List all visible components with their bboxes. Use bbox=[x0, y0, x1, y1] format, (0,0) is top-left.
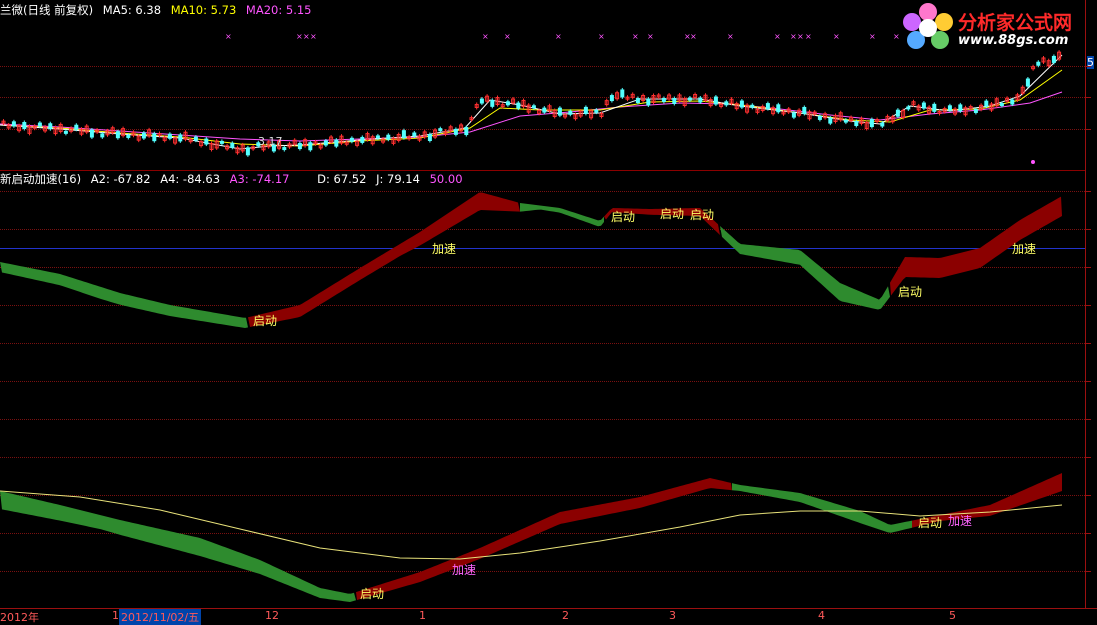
event-marker: × bbox=[869, 32, 876, 41]
band-segment bbox=[0, 262, 248, 328]
event-marker: × bbox=[805, 32, 812, 41]
event-marker: × bbox=[797, 32, 804, 41]
band-segment bbox=[890, 196, 1062, 296]
indicator-band-upper bbox=[0, 192, 1062, 328]
signal-start-1: 启动 bbox=[253, 314, 278, 328]
axis-tick bbox=[1085, 571, 1091, 572]
event-marker: × bbox=[504, 32, 511, 41]
signal-accel-1: 加速 bbox=[432, 242, 457, 256]
axis-tick bbox=[1085, 66, 1091, 67]
axis-tick bbox=[1085, 343, 1091, 344]
axis-tick bbox=[1085, 533, 1091, 534]
axis-tick bbox=[1085, 267, 1091, 268]
indicator-band-lower bbox=[0, 473, 1062, 602]
flower-logo-icon bbox=[903, 3, 953, 49]
time-label-nov: 1 bbox=[112, 609, 119, 622]
low-price-label: 3.17 bbox=[258, 135, 283, 148]
event-marker: × bbox=[774, 32, 781, 41]
axis-tick bbox=[1085, 97, 1091, 98]
time-label-year: 2012年 bbox=[0, 611, 39, 624]
axis-tick bbox=[1085, 419, 1091, 420]
event-marker: × bbox=[598, 32, 605, 41]
event-marker: × bbox=[632, 32, 639, 41]
event-marker: × bbox=[303, 32, 310, 41]
time-label-may: 5 bbox=[949, 609, 956, 622]
signal-start-7: 启动 bbox=[918, 516, 943, 530]
signal-start-2: 启动 bbox=[611, 210, 636, 224]
event-marker: × bbox=[225, 32, 232, 41]
event-marker: × bbox=[690, 32, 697, 41]
right-axis bbox=[1085, 0, 1097, 608]
event-marker: × bbox=[893, 32, 900, 41]
candlestick-series bbox=[1, 50, 1062, 157]
event-marker: × bbox=[727, 32, 734, 41]
event-marker: × bbox=[296, 32, 303, 41]
axis-tick bbox=[1085, 381, 1091, 382]
signal-dot bbox=[1031, 160, 1035, 164]
band-segment bbox=[0, 491, 356, 602]
time-label-jan: 1 bbox=[419, 609, 426, 622]
axis-tick bbox=[1085, 129, 1091, 130]
band-segment bbox=[356, 478, 732, 600]
band-segment bbox=[732, 483, 912, 533]
signal-start-5: 启动 bbox=[898, 285, 923, 299]
time-label-dec: 12 bbox=[265, 609, 279, 622]
time-label-apr: 4 bbox=[818, 609, 825, 622]
time-label-mar: 3 bbox=[669, 609, 676, 622]
event-marker: × bbox=[310, 32, 317, 41]
band-segment bbox=[720, 226, 890, 310]
axis-tick bbox=[1085, 305, 1091, 306]
signal-start-4: 启动 bbox=[690, 208, 715, 222]
logo-url: www.88gs.com bbox=[958, 33, 1069, 48]
time-label-feb: 2 bbox=[562, 609, 569, 622]
axis-tick bbox=[1085, 191, 1091, 192]
site-logo: 分析家公式网 www.88gs.com bbox=[900, 2, 1090, 54]
event-marker: × bbox=[790, 32, 797, 41]
event-marker: × bbox=[833, 32, 840, 41]
signal-start-3: 启动 bbox=[660, 207, 685, 221]
band-segment bbox=[520, 203, 604, 227]
time-cursor-date: 2012/11/02/五 bbox=[119, 609, 202, 625]
axis-tick bbox=[1085, 229, 1091, 230]
signal-accel-4: 加速 bbox=[948, 514, 973, 528]
axis-tick bbox=[1085, 457, 1091, 458]
event-markers: × × × × × × × × × × × × × × × × × × × × bbox=[225, 32, 900, 41]
logo-title: 分析家公式网 bbox=[958, 12, 1073, 34]
axis-tick bbox=[1085, 495, 1091, 496]
signal-start-6: 启动 bbox=[360, 587, 385, 601]
time-axis[interactable]: 2012年 1 2012/11/02/五 12 1 2 3 4 5 bbox=[0, 608, 1097, 625]
band-segment bbox=[248, 192, 520, 327]
event-marker: × bbox=[555, 32, 562, 41]
event-marker: × bbox=[647, 32, 654, 41]
signal-accel-2: 加速 bbox=[1012, 242, 1037, 256]
event-marker: × bbox=[482, 32, 489, 41]
signal-accel-3: 加速 bbox=[452, 563, 477, 577]
